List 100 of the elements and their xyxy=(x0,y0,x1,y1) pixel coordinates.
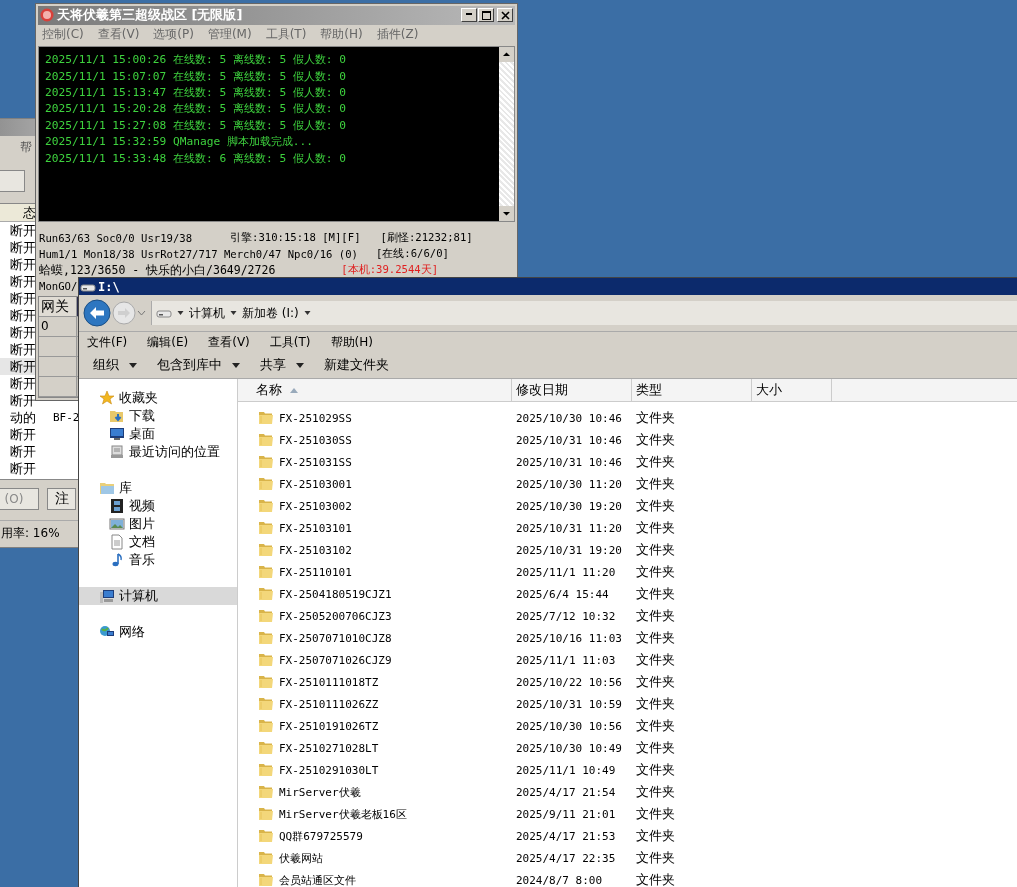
table-cell-text: 2025/4/17 22:35 xyxy=(516,851,617,865)
menu-item[interactable]: 查看(V) xyxy=(97,25,140,43)
column-header[interactable]: 网关 xyxy=(39,297,77,316)
list-row[interactable]: 动的 BF-2 xyxy=(0,409,78,426)
file-item[interactable]: FX-2510111018TZ xyxy=(238,674,516,690)
command-button[interactable]: 包含到库中 xyxy=(149,354,248,376)
nav-item[interactable]: 桌面 xyxy=(79,425,237,443)
menu-item[interactable]: 工具(T) xyxy=(269,333,311,351)
table-cell-text: 文件夹 xyxy=(636,475,676,493)
list-row[interactable]: 断开 xyxy=(0,392,36,409)
list-row[interactable]: 断开 xyxy=(0,273,36,290)
list-row[interactable]: 断开 xyxy=(0,358,36,375)
file-item[interactable]: QQ群679725579 xyxy=(238,828,516,844)
list-row[interactable]: 断开 xyxy=(0,307,36,324)
file-item[interactable]: FX-2510291030LT xyxy=(238,762,516,778)
file-item[interactable]: FX-2510271028LT xyxy=(238,740,516,756)
file-item[interactable]: FX-25110101 xyxy=(238,564,516,580)
breadcrumb[interactable]: 计算机 xyxy=(189,304,225,322)
file-item[interactable]: 会员站通区文件 xyxy=(238,872,516,887)
nav-item[interactable]: 视频 xyxy=(79,497,237,515)
nav-item[interactable]: 音乐 xyxy=(79,551,237,569)
column-header[interactable]: 名称 xyxy=(238,379,512,401)
file-item[interactable]: FX-25103001 xyxy=(238,476,516,492)
back-button[interactable] xyxy=(83,299,111,327)
menu-item[interactable]: 文件(F) xyxy=(87,333,128,351)
file-item[interactable]: MirServer伏羲老板16区 xyxy=(238,806,516,822)
folder-icon xyxy=(258,564,274,580)
table-cell-text: 文件夹 xyxy=(636,761,676,779)
table-cell-text: 文件夹 xyxy=(636,739,676,757)
nav-item[interactable]: 计算机 xyxy=(79,587,237,605)
table-cell-text: 2025/10/31 11:20 xyxy=(516,521,623,535)
menu-item[interactable]: 选项(P) xyxy=(153,25,194,43)
scrollbar[interactable] xyxy=(499,47,514,221)
file-item[interactable]: FX-2507071010CJZ8 xyxy=(238,630,516,646)
nav-item[interactable]: 网络 xyxy=(79,623,237,641)
file-item[interactable]: FX-25103002 xyxy=(238,498,516,514)
table-cell-text: 文件夹 xyxy=(636,453,676,471)
table-cell-text: 2025/10/30 11:20 xyxy=(516,477,623,491)
list-row[interactable]: 断开 xyxy=(0,443,36,460)
menu-item[interactable]: 控制(C) xyxy=(42,25,84,43)
list-row[interactable]: 断开 xyxy=(0,426,36,443)
breadcrumb[interactable]: 新加卷 (I:) xyxy=(242,304,299,322)
column-header[interactable]: 大小 xyxy=(752,379,832,401)
menu-item[interactable]: 帮 xyxy=(20,138,32,156)
address-field[interactable]: 计算机 新加卷 (I:) xyxy=(151,301,1017,325)
menu-item[interactable]: 编辑(E) xyxy=(147,333,189,351)
list-row[interactable]: 断开 xyxy=(0,324,36,341)
file-item[interactable]: FX-2505200706CJZ3 xyxy=(238,608,516,624)
minimize-button[interactable] xyxy=(461,8,477,23)
table-cell-text: 2025/10/30 10:56 xyxy=(516,719,623,733)
log-line: 2025/11/1 15:13:47 在线数: 5 离线数: 5 假人数: 0 xyxy=(45,84,348,101)
menu-item[interactable]: 工具(T) xyxy=(265,25,307,43)
document-icon xyxy=(109,534,125,550)
list-row[interactable]: 断开 xyxy=(0,341,36,358)
menu-item[interactable]: 查看(V) xyxy=(208,333,250,351)
menu-item[interactable]: 帮助(H) xyxy=(330,333,373,351)
menu-item[interactable]: 管理(M) xyxy=(207,25,252,43)
list-row[interactable]: 断开 xyxy=(0,256,36,273)
list-row[interactable]: 断开 xyxy=(0,290,36,307)
file-item[interactable]: MirServer伏羲 xyxy=(238,784,516,800)
file-item[interactable]: FX-2507071026CJZ9 xyxy=(238,652,516,668)
breadcrumb-arrow-icon xyxy=(230,310,237,316)
log-line: 2025/11/1 15:20:28 在线数: 5 离线数: 5 假人数: 0 xyxy=(45,101,348,118)
table-cell-text: 文件夹 xyxy=(636,607,676,625)
nav-item[interactable]: 最近访问的位置 xyxy=(79,443,237,461)
button[interactable]: 注 xyxy=(47,488,76,510)
list-row[interactable]: 断开 xyxy=(0,460,36,477)
nav-item[interactable]: 库 xyxy=(79,479,237,497)
file-item[interactable]: 伏羲网站 xyxy=(238,850,516,866)
list-row[interactable]: 断开 xyxy=(0,375,36,392)
nav-item[interactable]: 下载 xyxy=(79,407,237,425)
file-item[interactable]: FX-2510111026ZZ xyxy=(238,696,516,712)
table-cell-text: 2025/10/30 10:49 xyxy=(516,741,623,755)
menu-item[interactable]: 帮助(H) xyxy=(320,25,363,43)
close-button[interactable] xyxy=(497,8,513,23)
command-button[interactable]: 共享 xyxy=(252,354,312,376)
folder-icon xyxy=(258,476,274,492)
maximize-button[interactable] xyxy=(478,8,494,23)
film-icon xyxy=(109,498,125,514)
command-button[interactable]: 组织 xyxy=(85,354,145,376)
menu-item[interactable]: 插件(Z) xyxy=(376,25,419,43)
column-header[interactable]: 修改日期 xyxy=(512,379,632,401)
nav-item[interactable]: 文档 xyxy=(79,533,237,551)
status-text: [在线:6/6/0] xyxy=(375,247,449,261)
folder-icon xyxy=(258,454,274,470)
command-button[interactable]: 新建文件夹 xyxy=(316,354,397,376)
list-row[interactable]: 断开 xyxy=(0,239,36,256)
column-header[interactable]: 类型 xyxy=(632,379,752,401)
file-item[interactable]: FX-2510191026TZ xyxy=(238,718,516,734)
list-row[interactable]: 断开 xyxy=(0,222,36,239)
table-cell-text: 2025/10/16 11:03 xyxy=(516,631,623,645)
file-item[interactable]: FX-25103102 xyxy=(238,542,516,558)
file-item[interactable]: FX-25103101 xyxy=(238,520,516,536)
download-folder-icon xyxy=(109,408,125,424)
file-item[interactable]: FX-251031SS xyxy=(238,454,516,470)
nav-item[interactable]: 收藏夹 xyxy=(79,389,237,407)
nav-item[interactable]: 图片 xyxy=(79,515,237,533)
file-item[interactable]: FX-2504180519CJZ1 xyxy=(238,586,516,602)
file-item[interactable]: FX-251029SS xyxy=(238,410,516,426)
file-item[interactable]: FX-251030SS xyxy=(238,432,516,448)
